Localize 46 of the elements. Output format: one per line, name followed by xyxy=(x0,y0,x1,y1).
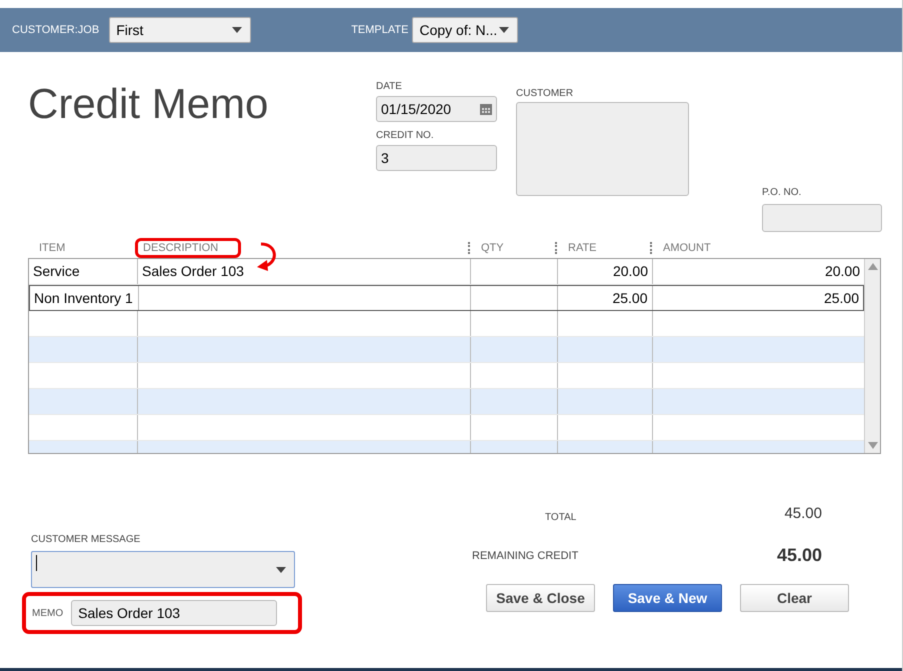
customer-label: CUSTOMER xyxy=(516,88,574,99)
po-number-field[interactable] xyxy=(762,204,882,232)
clear-button[interactable]: Clear xyxy=(740,584,849,612)
table-cell: 25.00 xyxy=(824,290,859,306)
table-cell: 25.00 xyxy=(612,290,648,306)
credit-number-field[interactable]: 3 xyxy=(376,145,497,171)
table-cell: Service xyxy=(33,263,80,279)
column-header[interactable]: ITEM xyxy=(36,237,68,259)
customer-message-label: CUSTOMER MESSAGE xyxy=(31,534,142,545)
column-resize-handle[interactable] xyxy=(650,242,654,254)
table-cell: Sales Order 103 xyxy=(142,263,244,279)
template-label: TEMPLATE xyxy=(351,24,408,36)
caret-icon xyxy=(499,27,510,33)
memo-label: MEMO xyxy=(32,608,64,618)
column-resize-handle[interactable] xyxy=(555,242,559,254)
column-header[interactable]: AMOUNT xyxy=(660,237,714,259)
template-dropdown[interactable]: Copy of: N... xyxy=(412,17,518,43)
save-new-button[interactable]: Save & New xyxy=(613,584,722,612)
caret-icon xyxy=(232,27,242,33)
scroll-down-icon xyxy=(868,442,878,449)
total-value: 45.00 xyxy=(784,505,822,522)
customer-message-dropdown[interactable] xyxy=(31,551,295,588)
column-header[interactable]: QTY xyxy=(478,237,507,259)
date-field[interactable]: 01/15/2020 xyxy=(376,96,497,122)
memo-field[interactable]: Sales Order 103 xyxy=(71,600,278,626)
scrollbar[interactable] xyxy=(864,259,880,453)
remaining-credit-value: 45.00 xyxy=(776,545,822,566)
scroll-up-icon xyxy=(868,263,878,270)
save-close-button[interactable]: Save & Close xyxy=(486,584,595,612)
column-header[interactable]: DESCRIPTION xyxy=(135,238,242,258)
date-label: DATE xyxy=(376,81,403,92)
credit-number-label: CREDIT NO. xyxy=(376,130,435,141)
total-label: TOTAL xyxy=(545,512,576,523)
customer-job-dropdown[interactable]: First xyxy=(109,17,252,43)
remaining-credit-label: REMAINING CREDIT xyxy=(472,550,578,562)
calendar-icon xyxy=(480,103,492,115)
table-cell: 20.00 xyxy=(612,263,648,279)
caret-icon xyxy=(276,566,286,572)
table-cell: Non Inventory 1 xyxy=(34,290,133,306)
table-cell: 20.00 xyxy=(824,263,860,279)
po-number-label: P.O. NO. xyxy=(762,187,802,198)
column-header[interactable]: RATE xyxy=(565,237,600,259)
column-resize-handle[interactable] xyxy=(468,242,472,254)
form-title: Credit Memo xyxy=(28,80,270,129)
customer-job-label: CUSTOMER:JOB xyxy=(12,24,100,36)
customer-address-field[interactable] xyxy=(516,102,689,196)
